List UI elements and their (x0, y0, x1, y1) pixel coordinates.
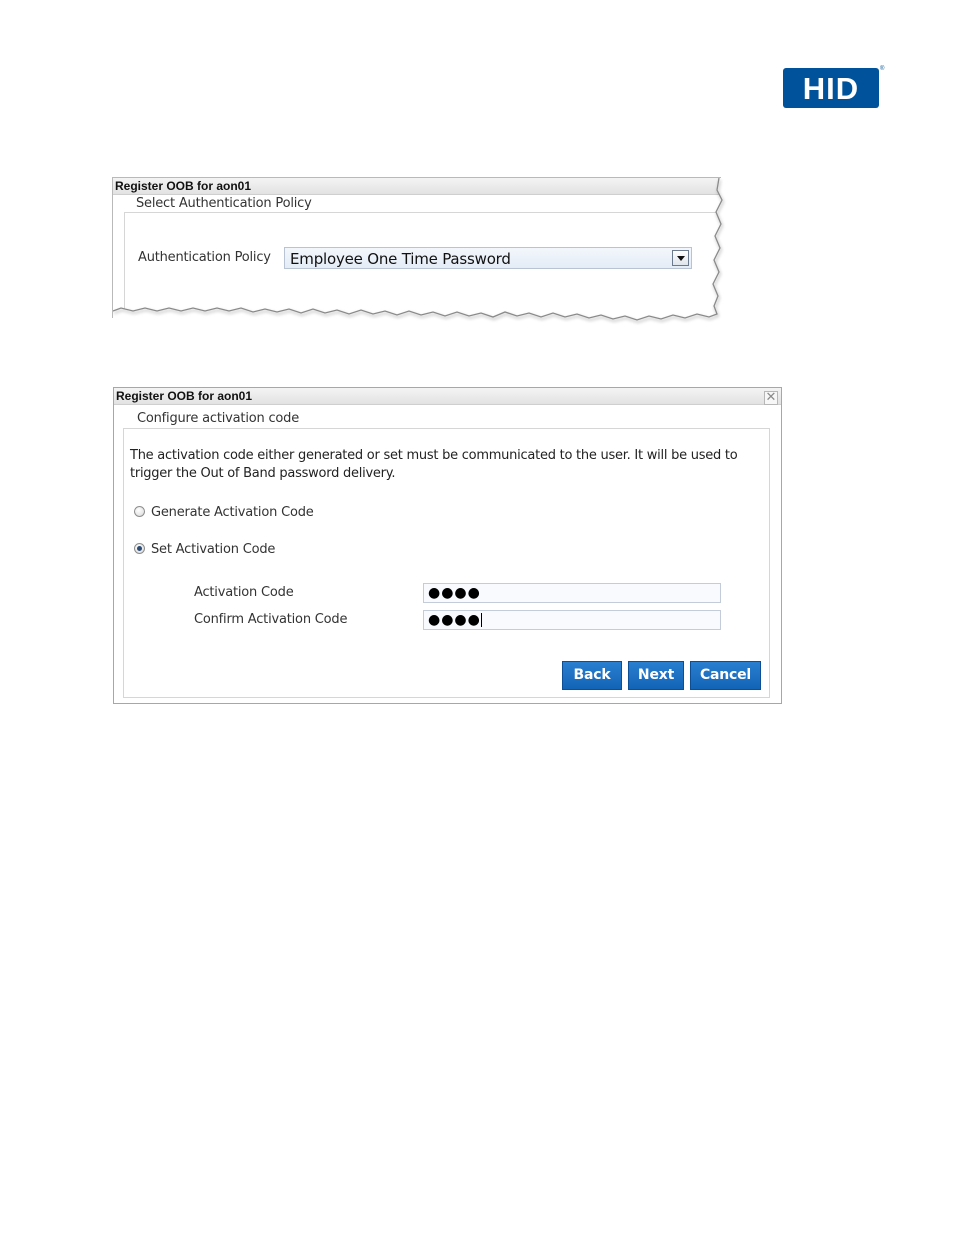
registered-mark: ® (880, 66, 885, 72)
panel1-title: Register OOB for aon01 (115, 179, 252, 193)
confirm-code-value: ●●●● (428, 611, 482, 629)
text-caret (480, 613, 482, 627)
panel2-title-bar: Register OOB for aon01 (114, 388, 781, 405)
policy-label: Authentication Policy (138, 250, 271, 265)
confirm-code-input[interactable]: ●●●● (423, 610, 721, 630)
hid-logo-text: HID (802, 70, 860, 106)
panel2-title: Register OOB for aon01 (116, 389, 253, 403)
confirm-code-label: Confirm Activation Code (194, 612, 348, 627)
activation-description: The activation code either generated or … (130, 448, 738, 481)
activation-code-input[interactable]: ●●●● (423, 583, 721, 603)
policy-legend: Select Authentication Policy (132, 196, 316, 211)
generate-code-radio[interactable] (134, 506, 145, 517)
policy-selected-value: Employee One Time Password (290, 250, 511, 268)
panel1-title-bar: Register OOB for aon01 (113, 178, 721, 195)
chevron-down-icon[interactable] (672, 250, 689, 266)
cancel-button[interactable]: Cancel (690, 661, 761, 690)
hid-logo: HID (783, 68, 879, 108)
select-policy-panel: Register OOB for aon01 Select Authentica… (112, 177, 741, 338)
close-icon[interactable]: ✕ (764, 391, 778, 405)
authentication-policy-select[interactable]: Employee One Time Password (284, 247, 692, 269)
set-code-radio[interactable] (134, 543, 145, 554)
confirm-code-dots: ●●●● (428, 612, 481, 628)
activation-legend: Configure activation code (133, 411, 304, 426)
next-button[interactable]: Next (628, 661, 684, 690)
configure-activation-panel: Register OOB for aon01 ✕ Configure activ… (113, 387, 782, 704)
back-button[interactable]: Back (562, 661, 622, 690)
set-code-label[interactable]: Set Activation Code (151, 542, 275, 557)
activation-code-value: ●●●● (428, 585, 481, 601)
activation-code-label: Activation Code (194, 585, 294, 600)
generate-code-label[interactable]: Generate Activation Code (151, 505, 314, 520)
